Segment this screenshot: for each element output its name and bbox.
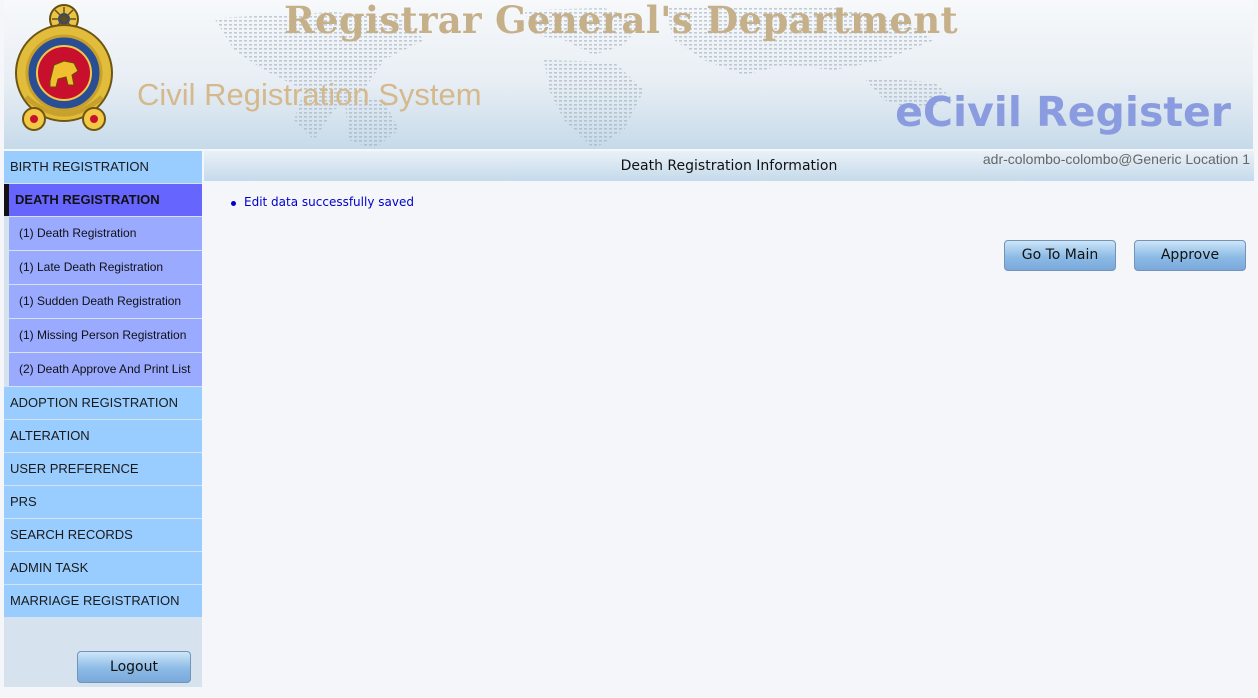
ecivil-brand: eCivil Register <box>895 88 1231 136</box>
logout-button[interactable]: Logout <box>77 651 191 683</box>
main-content: Death Registration Information adr-colom… <box>204 151 1254 691</box>
sidebar-subitem-death-approve-print-list[interactable]: (2) Death Approve And Print List <box>9 353 202 386</box>
approve-button[interactable]: Approve <box>1134 240 1246 271</box>
sidebar-item-adoption-registration[interactable]: ADOPTION REGISTRATION <box>4 387 202 419</box>
success-message: Edit data successfully saved <box>231 195 414 209</box>
sidebar-menu: BIRTH REGISTRATION DEATH REGISTRATION (1… <box>4 151 202 687</box>
sidebar-subitem-sudden-death-registration[interactable]: (1) Sudden Death Registration <box>9 285 202 318</box>
department-title: Registrar General's Department <box>284 0 958 42</box>
sidebar-item-prs[interactable]: PRS <box>4 486 202 518</box>
sidebar-item-admin-task[interactable]: ADMIN TASK <box>4 552 202 584</box>
sidebar-item-alteration[interactable]: ALTERATION <box>4 420 202 452</box>
sidebar-subitem-late-death-registration[interactable]: (1) Late Death Registration <box>9 251 202 284</box>
system-title: Civil Registration System <box>137 77 482 112</box>
sidebar-item-marriage-registration[interactable]: MARRIAGE REGISTRATION <box>4 585 202 617</box>
sidebar-item-birth-registration[interactable]: BIRTH REGISTRATION <box>4 151 202 183</box>
message-list: Edit data successfully saved <box>231 195 414 209</box>
sidebar-item-search-records[interactable]: SEARCH RECORDS <box>4 519 202 551</box>
sidebar-item-death-registration[interactable]: DEATH REGISTRATION <box>4 184 202 216</box>
sidebar-subitem-death-registration[interactable]: (1) Death Registration <box>9 217 202 250</box>
sidebar-item-user-preference[interactable]: USER PREFERENCE <box>4 453 202 485</box>
sri-lanka-emblem <box>15 4 113 131</box>
header-banner: Registrar General's Department Civil Reg… <box>4 0 1253 149</box>
go-to-main-button[interactable]: Go To Main <box>1004 240 1116 271</box>
user-location-info: adr-colombo-colombo@Generic Location 1 <box>982 151 1250 167</box>
page-title-bar: Death Registration Information adr-colom… <box>204 151 1254 181</box>
sidebar-subitem-missing-person-registration[interactable]: (1) Missing Person Registration <box>9 319 202 352</box>
